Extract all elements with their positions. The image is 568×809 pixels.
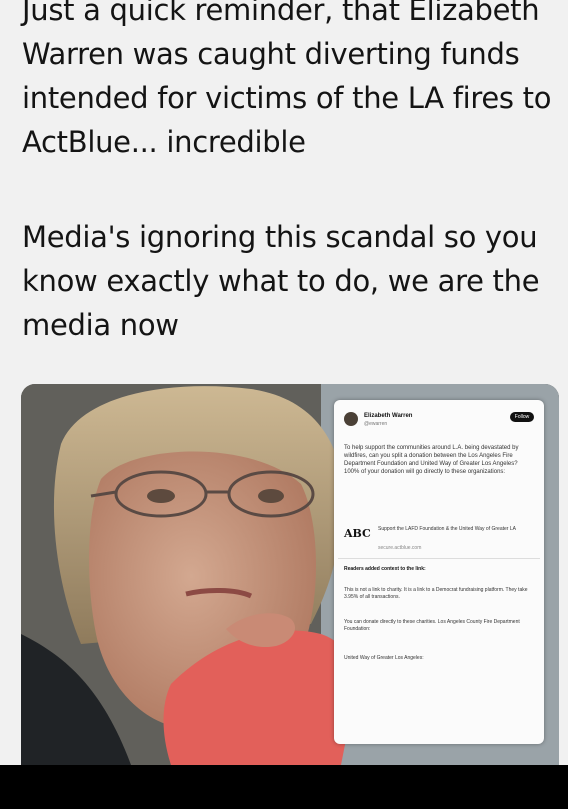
post-text-paragraph-1: Just a quick reminder, that Elizabeth Wa… <box>22 0 552 159</box>
post-content: Just a quick reminder, that Elizabeth Wa… <box>0 0 568 765</box>
tweet-header: Elizabeth Warren @ewarren Follow <box>344 410 534 434</box>
community-note-header: Readers added context to the link: <box>344 566 426 572</box>
avatar <box>344 412 358 426</box>
tweet-author-handle: @ewarren <box>364 421 388 427</box>
link-title: Support the LAFD Foundation & the United… <box>378 526 516 532</box>
community-note: Readers added context to the link: This … <box>338 558 540 739</box>
community-note-text-2: You can donate directly to these chariti… <box>344 619 520 632</box>
tweet-link-card[interactable]: ABC Support the LAFD Foundation & the Un… <box>344 520 534 554</box>
community-note-text-3: United Way of Greater Los Angeles: <box>344 655 424 661</box>
post-text-paragraph-2: Media's ignoring this scandal so you kno… <box>22 220 540 342</box>
link-logo: ABC <box>344 527 371 540</box>
tweet-author-name: Elizabeth Warren <box>364 413 413 419</box>
post-image[interactable]: Elizabeth Warren @ewarren Follow To help… <box>21 384 559 765</box>
tweet-body: To help support the communities around L… <box>344 445 519 475</box>
community-note-text-1: This is not a link to charity. It is a l… <box>344 587 528 600</box>
follow-button[interactable]: Follow <box>510 412 534 422</box>
bottom-bar <box>0 765 568 809</box>
link-url: secure.actblue.com <box>378 545 422 551</box>
embedded-tweet-card[interactable]: Elizabeth Warren @ewarren Follow To help… <box>334 400 544 744</box>
